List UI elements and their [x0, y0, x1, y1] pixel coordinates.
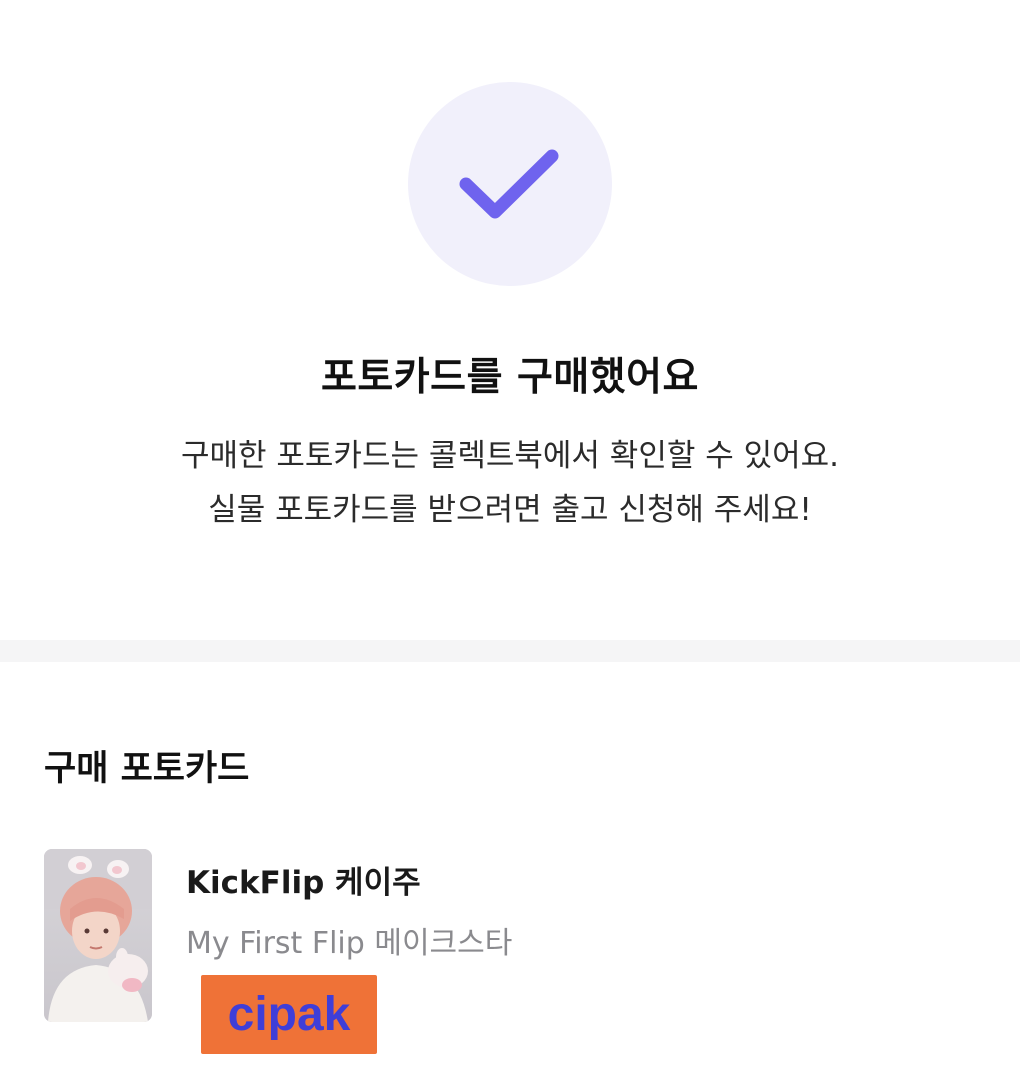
purchase-complete-title: 포토카드를 구매했어요	[321, 355, 699, 400]
purchase-description-line1: 구매한 포토카드는 콜렉트북에서 확인할 수 있어요.	[180, 438, 840, 474]
photocard-thumbnail[interactable]	[44, 849, 152, 1022]
purchased-photocards-heading: 구매 포토카드	[44, 749, 250, 789]
watermark-label: cipak	[201, 975, 377, 1054]
photocard-title: KickFlip 케이주	[186, 865, 421, 901]
photocard-subtitle: My First Flip 메이크스타	[186, 926, 513, 961]
success-badge	[408, 82, 612, 286]
check-icon	[459, 149, 559, 219]
section-divider	[0, 640, 1020, 662]
purchase-description-line2: 실물 포토카드를 받으려면 출고 신청해 주세요!	[208, 492, 812, 528]
photocard-image	[44, 849, 152, 1022]
